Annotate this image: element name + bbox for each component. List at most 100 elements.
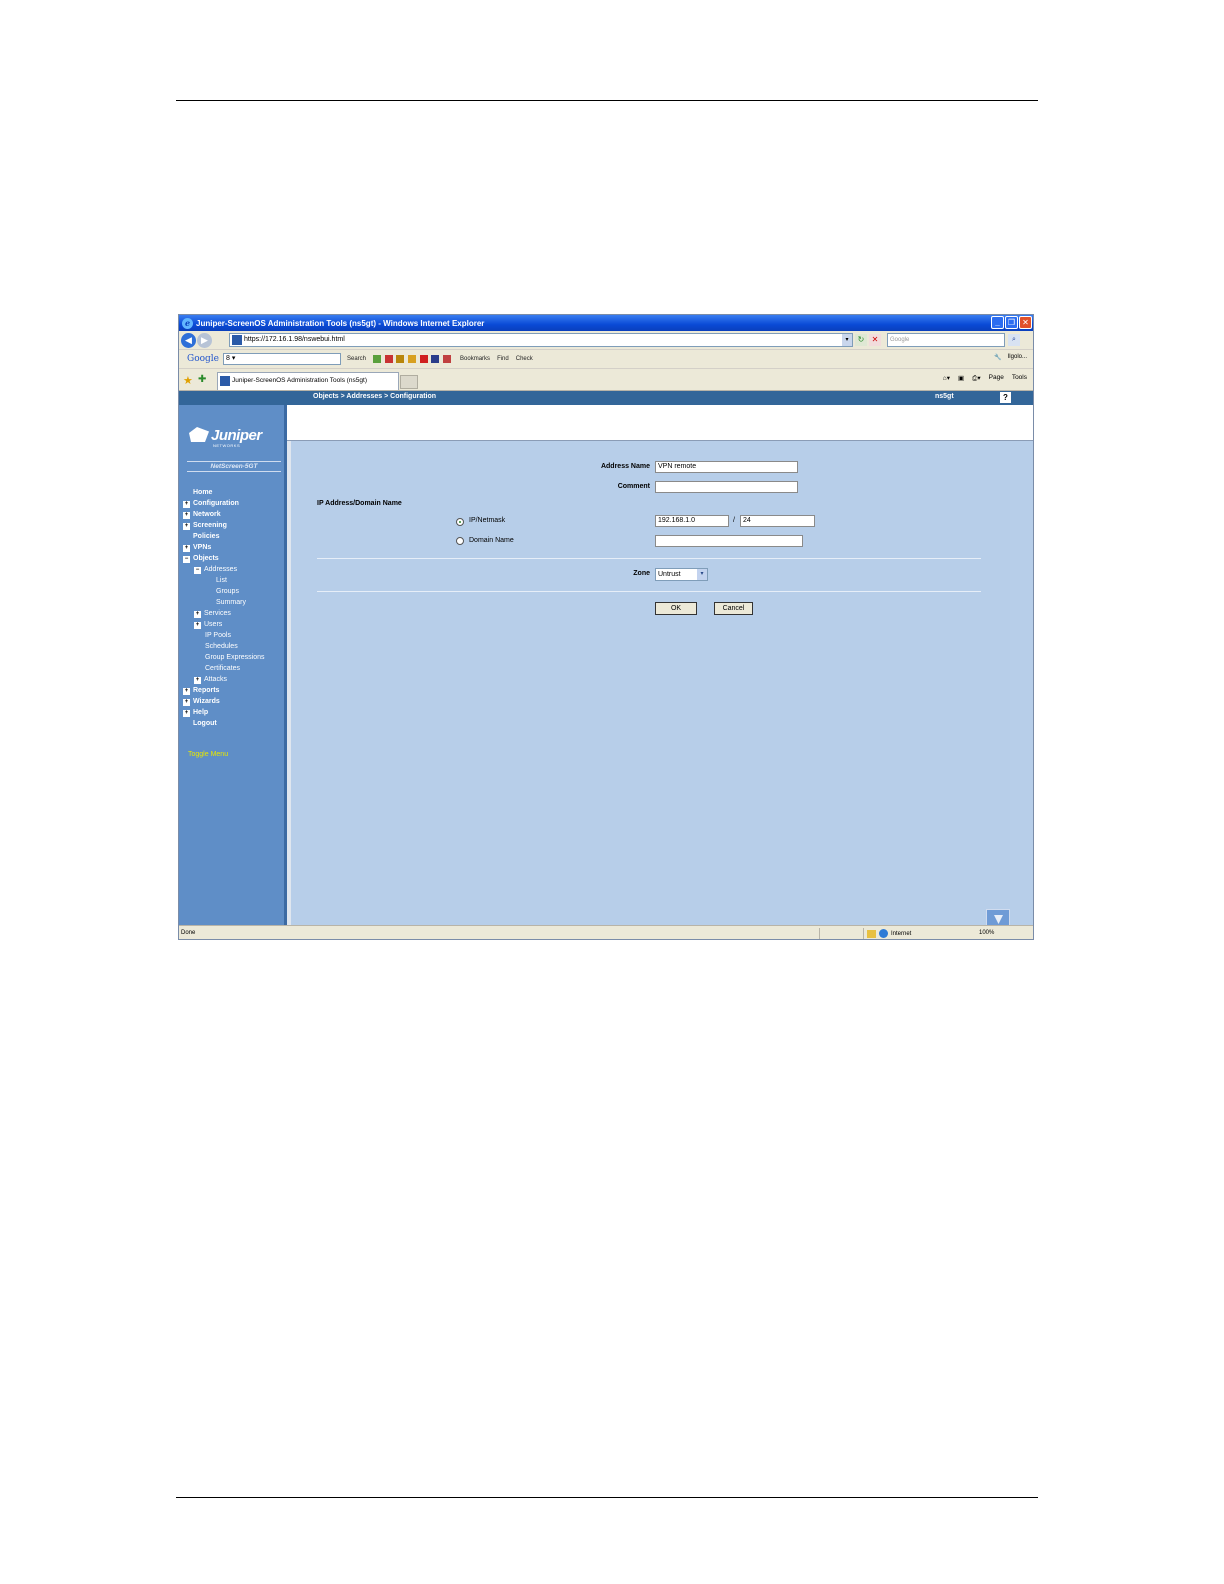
device-name: ns5gt (935, 393, 954, 400)
domain-name-input[interactable] (655, 535, 803, 547)
zone-text: Internet (891, 930, 912, 937)
chevron-down-icon[interactable]: ▾ (697, 569, 707, 580)
page-favicon-icon (232, 335, 242, 345)
divider (819, 928, 820, 939)
address-name-input[interactable]: VPN remote (655, 461, 798, 473)
sidebar-item-users[interactable]: + Users (194, 619, 222, 630)
security-zone[interactable]: Internet (867, 929, 911, 938)
expand-icon[interactable]: + (183, 699, 190, 706)
search-icon[interactable]: ⌕ (1008, 334, 1020, 346)
refresh-icon[interactable]: ↻ (855, 334, 867, 346)
sidebar-item-addresses[interactable]: − Addresses (194, 564, 237, 575)
domain-name-radio[interactable] (456, 537, 464, 545)
sidebar-item-vpns[interactable]: + VPNs (183, 542, 211, 553)
feeds-icon[interactable]: ▣ (958, 374, 964, 383)
browser-search-input[interactable]: Google (887, 333, 1005, 347)
expand-icon[interactable]: + (183, 501, 190, 508)
toggle-menu-link[interactable]: Toggle Menu (188, 751, 228, 758)
print-icon[interactable]: ⎙▾ (972, 374, 980, 383)
comment-label: Comment (617, 483, 650, 490)
favorites-star-icon[interactable]: ★ (183, 374, 193, 387)
sidebar-item-group-expressions[interactable]: Group Expressions (205, 652, 265, 663)
divider (317, 558, 981, 559)
page-load-progress (179, 939, 237, 940)
google-account-button[interactable]: Ilgolo... (1008, 354, 1027, 361)
sidebar-item-ip-pools[interactable]: IP Pools (205, 630, 231, 641)
google-search-button[interactable]: Search (347, 356, 366, 362)
address-bar: ◀ ▶ https://172.16.1.98/nswebui.html ▾ ↻… (179, 331, 1033, 350)
notebook-icon (408, 355, 417, 363)
sidebar-item-groups[interactable]: Groups (216, 586, 239, 597)
expand-icon[interactable]: + (183, 523, 190, 530)
zone-select[interactable]: Untrust ▾ (655, 568, 708, 581)
sidebar-item-logout[interactable]: Logout (183, 718, 217, 729)
divider (317, 591, 981, 592)
page-menu[interactable]: Page (989, 374, 1004, 383)
cancel-button[interactable]: Cancel (714, 602, 753, 615)
sidebar-item-certificates[interactable]: Certificates (205, 663, 240, 674)
find-button[interactable]: Find (497, 356, 509, 362)
brand-name: Juniper (211, 427, 262, 444)
collapse-icon[interactable]: − (194, 567, 201, 574)
add-favorites-icon[interactable]: ✚ (198, 374, 206, 385)
sidebar-item-help[interactable]: + Help (183, 707, 208, 718)
sidebar-item-summary[interactable]: Summary (216, 597, 246, 608)
juniper-logo: Juniper NETWORKS (189, 427, 281, 457)
sidebar-item-wizards[interactable]: + Wizards (183, 696, 220, 707)
help-icon[interactable]: ? (1000, 392, 1011, 403)
comment-input[interactable] (655, 481, 798, 493)
expand-icon[interactable]: + (194, 611, 201, 618)
tab-label: Juniper-ScreenOS Administration Tools (n… (232, 377, 367, 384)
ip-address-input[interactable]: 192.168.1.0 (655, 515, 729, 527)
tab-juniper-admin[interactable]: Juniper-ScreenOS Administration Tools (n… (217, 372, 399, 390)
sidebar-item-reports[interactable]: + Reports (183, 685, 219, 696)
google-toolbar-dropdown[interactable]: 8 ▾ (223, 353, 341, 365)
tools-menu[interactable]: Tools (1012, 374, 1027, 383)
sidebar-item-objects[interactable]: − Objects (183, 553, 219, 564)
google-toolbar-icons[interactable] (373, 355, 453, 363)
minimize-icon[interactable]: _ (991, 316, 1004, 329)
home-icon[interactable]: ⌂▾ (943, 374, 950, 383)
wrench-icon[interactable]: 🔧 (994, 354, 1001, 361)
collapse-icon[interactable]: − (183, 556, 190, 563)
sidebar-item-schedules[interactable]: Schedules (205, 641, 238, 652)
sidebar-item-attacks[interactable]: + Attacks (194, 674, 227, 685)
ip-netmask-radio[interactable] (456, 518, 464, 526)
forward-button[interactable]: ▶ (197, 332, 212, 348)
url-field[interactable]: https://172.16.1.98/nswebui.html ▾ (229, 333, 853, 347)
sidebar-item-home[interactable]: Home (183, 487, 212, 498)
restore-icon[interactable]: ❐ (1005, 316, 1018, 329)
sidebar-item-configuration[interactable]: + Configuration (183, 498, 239, 509)
zone-selected-value: Untrust (658, 571, 681, 578)
new-tab-button[interactable] (400, 375, 418, 389)
address-name-label: Address Name (600, 463, 650, 470)
window-title: Juniper-ScreenOS Administration Tools (n… (196, 318, 485, 328)
divider (187, 471, 281, 472)
device-model: NetScreen-5GT (210, 463, 258, 470)
sidebar-item-services[interactable]: + Services (194, 608, 231, 619)
warning-icon (867, 929, 876, 938)
expand-icon[interactable]: + (194, 622, 201, 629)
expand-icon[interactable]: + (194, 677, 201, 684)
sidebar-item-network[interactable]: + Network (183, 509, 221, 520)
ok-button[interactable]: OK (655, 602, 697, 615)
stop-icon[interactable]: ✕ (869, 334, 881, 346)
ip-domain-section-label: IP Address/Domain Name (317, 500, 402, 507)
check-button[interactable]: Check (516, 356, 533, 362)
zoom-level[interactable]: 100% (979, 930, 994, 936)
expand-icon[interactable]: + (183, 710, 190, 717)
sidebar-item-list[interactable]: List (216, 575, 227, 586)
expand-icon[interactable]: + (183, 512, 190, 519)
netmask-input[interactable]: 24 (740, 515, 815, 527)
sidebar-item-policies[interactable]: Policies (183, 531, 219, 542)
popup-blocker-icon (419, 355, 428, 363)
internet-explorer-icon: e (182, 317, 193, 329)
close-icon[interactable]: ✕ (1019, 316, 1032, 329)
url-dropdown-icon[interactable]: ▾ (842, 334, 852, 346)
sidebar-item-screening[interactable]: + Screening (183, 520, 227, 531)
expand-icon[interactable]: + (183, 688, 190, 695)
back-button[interactable]: ◀ (181, 332, 196, 348)
bookmarks-button[interactable]: Bookmarks (460, 356, 490, 362)
brand-subtitle: NETWORKS (213, 443, 241, 448)
expand-icon[interactable]: + (183, 545, 190, 552)
